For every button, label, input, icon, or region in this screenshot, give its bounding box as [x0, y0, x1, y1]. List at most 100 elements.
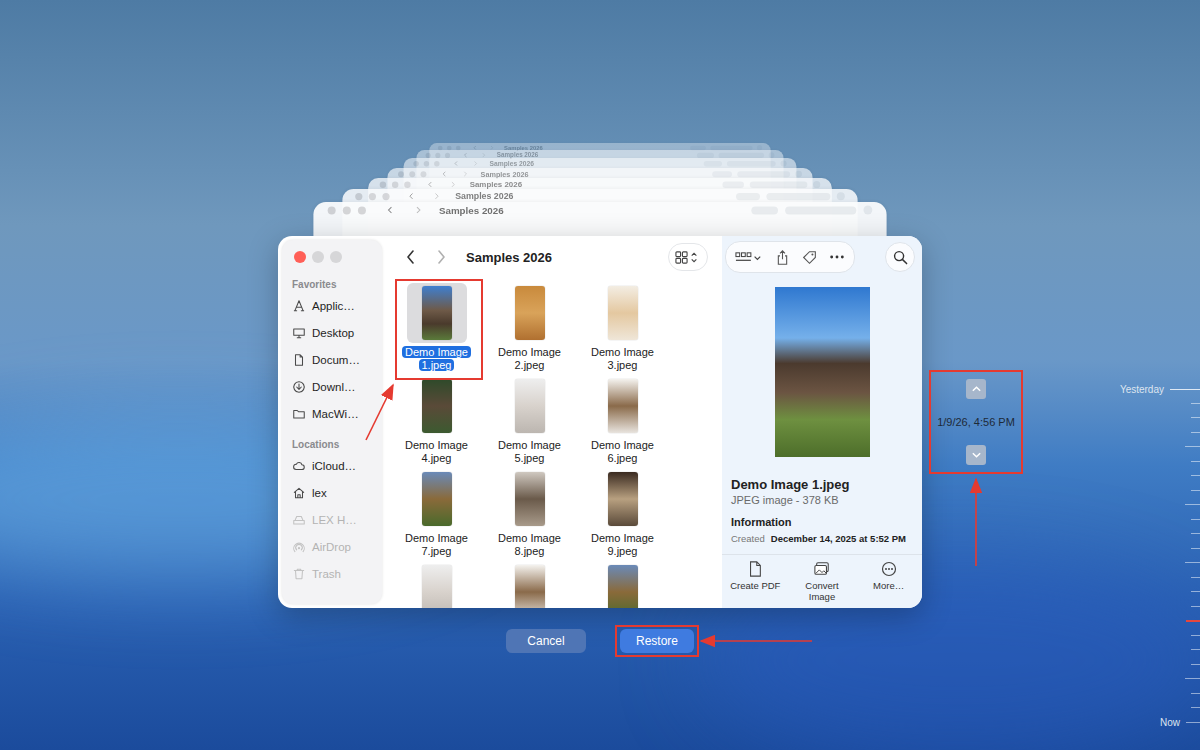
timeline-tick-row[interactable]	[1100, 556, 1200, 571]
sidebar-item[interactable]: Desktop	[290, 319, 376, 346]
forward-button[interactable]	[428, 245, 454, 269]
file-item[interactable]: Demo Image 5.jpeg	[483, 376, 576, 469]
back-chevron-icon	[441, 171, 448, 178]
timeline-tick	[1191, 693, 1200, 694]
quick-action-button[interactable]: Convert Image	[789, 559, 856, 604]
file-name: Demo Image 1.jpeg	[399, 346, 475, 372]
timeline-tick-row[interactable]	[1100, 512, 1200, 527]
tag-icon	[802, 250, 817, 265]
snapshot-title: Samples 2026	[470, 180, 522, 189]
window-control-icon	[445, 153, 450, 158]
timeline-tick	[1191, 417, 1200, 418]
photo-thumbnail	[608, 472, 638, 526]
annotation-arrow	[366, 385, 393, 440]
file-item[interactable]	[576, 562, 669, 608]
sidebar-item[interactable]: MacWi…	[290, 400, 376, 427]
timeline-tick-row[interactable]	[1100, 396, 1200, 411]
file-name: Demo Image 3.jpeg	[585, 346, 661, 372]
tag-button[interactable]	[797, 243, 822, 271]
timeline-tick-row[interactable]	[1100, 527, 1200, 542]
sidebar-item[interactable]: Downl…	[290, 373, 376, 400]
quick-action-button[interactable]: More…	[855, 559, 922, 604]
timeline-tick-row[interactable]	[1100, 483, 1200, 498]
timeline-tick-row[interactable]	[1100, 628, 1200, 643]
timeline-tick-row[interactable]	[1100, 570, 1200, 585]
restore-controls: Cancel Restore	[0, 629, 1200, 653]
snapshot-toolbar: Samples 2026	[404, 158, 797, 167]
cancel-button[interactable]: Cancel	[506, 629, 586, 653]
sidebar-item[interactable]: lex	[290, 479, 376, 506]
snapshot-title: Samples 2026	[439, 205, 504, 216]
quick-action-label: Create PDF	[730, 580, 780, 591]
icon-view-icon	[675, 250, 701, 265]
photo-thumbnail	[608, 286, 638, 340]
file-grid: Demo Image 1.jpeg Demo Image 2.jpeg Demo…	[386, 278, 722, 608]
sidebar-item-label: MacWi…	[312, 408, 359, 420]
file-item[interactable]	[483, 562, 576, 608]
timeline-tick	[1186, 722, 1200, 723]
view-mode-button[interactable]	[668, 243, 708, 271]
back-button[interactable]	[398, 245, 424, 269]
timeline-tick-row[interactable]	[1100, 701, 1200, 716]
chevron-down-icon	[971, 451, 982, 459]
timeline-tick-row[interactable]	[1100, 498, 1200, 513]
timeline-tick-row[interactable]	[1100, 425, 1200, 440]
timeline[interactable]: Yesterday Now	[1100, 382, 1200, 729]
more-button[interactable]	[824, 243, 850, 271]
sidebar-item[interactable]: Docum…	[290, 346, 376, 373]
snapshot-title: Samples 2026	[455, 191, 513, 201]
file-item[interactable]: Demo Image 6.jpeg	[576, 376, 669, 469]
share-button[interactable]	[770, 243, 795, 271]
file-thumbnail-frame	[500, 562, 560, 608]
window-control-icon	[358, 206, 366, 214]
timeline-tick-row[interactable]	[1100, 411, 1200, 426]
zoom-button[interactable]	[330, 251, 342, 263]
file-name-text: Demo Image 8.jpeg	[498, 532, 561, 557]
timeline-tick-row[interactable]	[1100, 599, 1200, 614]
window-control-icon	[409, 171, 415, 177]
timeline-tick-row[interactable]	[1100, 541, 1200, 556]
timeline-tick-row[interactable]	[1100, 672, 1200, 687]
older-snapshot-button[interactable]	[966, 379, 986, 399]
info-value: December 14, 2025 at 5:52 PM	[771, 533, 906, 545]
file-item[interactable]: Demo Image 8.jpeg	[483, 469, 576, 562]
toolbar-pill	[751, 206, 778, 214]
timeline-tick-row[interactable]	[1100, 585, 1200, 600]
back-chevron-icon	[405, 249, 417, 265]
restore-button[interactable]: Restore	[620, 629, 694, 653]
sidebar-item[interactable]: Applic…	[290, 292, 376, 319]
quick-action-button[interactable]: Create PDF	[722, 559, 789, 604]
file-item[interactable]: Demo Image 9.jpeg	[576, 469, 669, 562]
close-button[interactable]	[294, 251, 306, 263]
highlight-box	[396, 280, 482, 379]
search-icon	[795, 171, 802, 178]
sidebar-item[interactable]: iCloud…	[290, 452, 376, 479]
timeline-tick	[1191, 649, 1200, 650]
newer-snapshot-button[interactable]	[966, 445, 986, 465]
preview-toolbar	[722, 236, 922, 278]
minimize-button[interactable]	[312, 251, 324, 263]
search-button[interactable]	[885, 242, 915, 272]
file-thumbnail-frame	[500, 469, 560, 529]
timeline-tick-row[interactable]	[1100, 657, 1200, 672]
timeline-label: Yesterday	[1120, 384, 1164, 395]
toolbar-pill	[697, 153, 714, 158]
group-by-button[interactable]	[730, 243, 768, 271]
timeline-tick-row[interactable]	[1100, 454, 1200, 469]
file-item[interactable]: Demo Image 4.jpeg	[390, 376, 483, 469]
file-item[interactable]: Demo Image 2.jpeg	[483, 283, 576, 376]
file-item[interactable]: Demo Image 7.jpeg	[390, 469, 483, 562]
toolbar-pill	[737, 171, 790, 177]
file-item[interactable]	[390, 562, 483, 608]
timeline-tick-row[interactable]	[1100, 469, 1200, 484]
sidebar-item-icon	[292, 567, 306, 581]
timeline-tick-row[interactable]	[1100, 614, 1200, 629]
file-item[interactable]: Demo Image 1.jpeg	[390, 283, 483, 376]
timeline-label-row: Yesterday	[1100, 382, 1200, 396]
timeline-tick-row[interactable]	[1100, 686, 1200, 701]
file-item[interactable]: Demo Image 3.jpeg	[576, 283, 669, 376]
preview-file-name: Demo Image 1.jpeg	[731, 477, 917, 493]
file-name: Demo Image 2.jpeg	[492, 346, 568, 372]
timeline-tick-row[interactable]	[1100, 440, 1200, 455]
timeline-tick-row[interactable]	[1100, 643, 1200, 658]
